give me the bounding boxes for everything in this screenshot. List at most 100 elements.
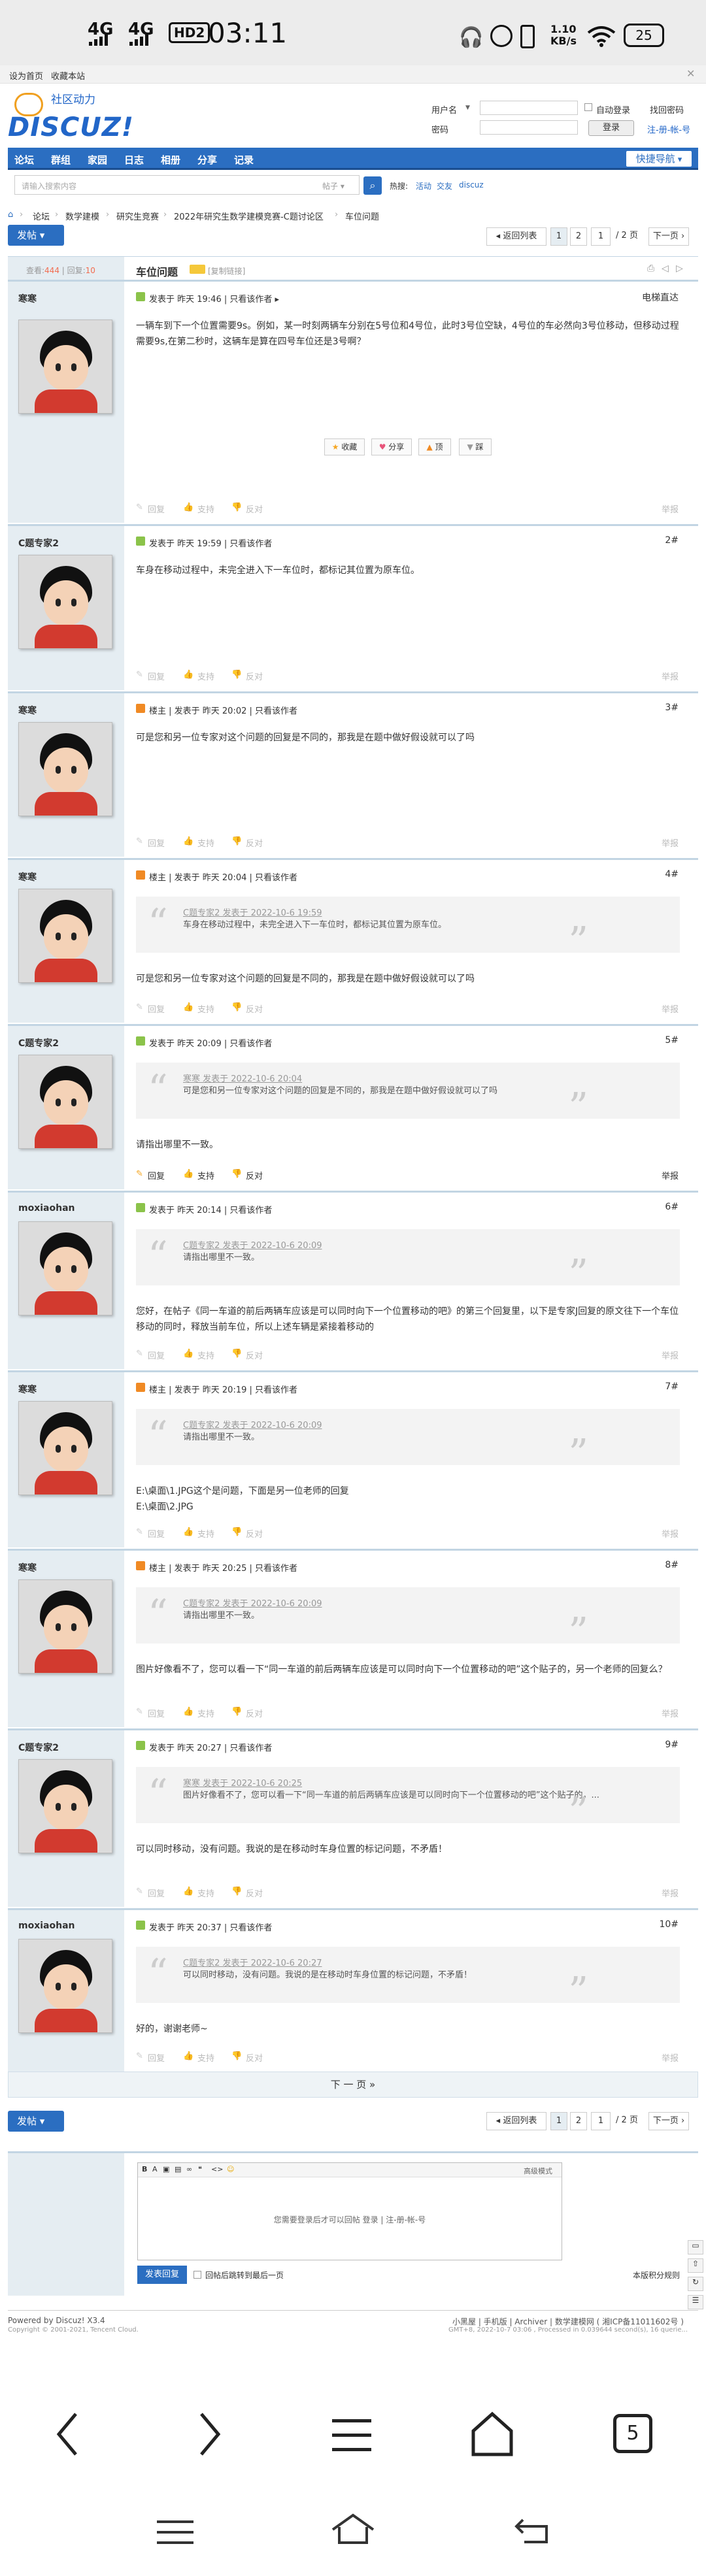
avatar[interactable] — [18, 1055, 112, 1149]
post-meta[interactable]: 发表于 昨天 20:27 | 只看该作者 — [149, 1741, 272, 1753]
refresh-icon[interactable]: ↻ — [688, 2277, 703, 2291]
floor-number[interactable]: 10# — [659, 1919, 679, 1930]
page-input[interactable]: 1 — [591, 227, 611, 246]
back-to-list-button[interactable]: ◂ 返回列表 — [486, 227, 546, 246]
post-meta[interactable]: 发表于 昨天 19:59 | 只看该作者 — [149, 537, 272, 549]
avatar[interactable] — [18, 1401, 112, 1495]
username-input[interactable] — [480, 101, 578, 115]
font-color-icon[interactable]: A — [152, 2165, 158, 2173]
reply-action[interactable]: 回复 — [148, 1349, 165, 1361]
support-action[interactable]: 支持 — [197, 1887, 214, 1899]
page-2-button[interactable]: 2 — [570, 2112, 587, 2130]
attach-icon[interactable]: ▤ — [175, 2165, 181, 2173]
system-home-icon[interactable] — [330, 2513, 376, 2545]
oppose-action[interactable]: 反对 — [246, 1169, 263, 1181]
hot-search-item[interactable]: 交友 — [437, 180, 452, 191]
oppose-action[interactable]: 反对 — [246, 503, 263, 515]
quote-author[interactable]: C题专家2 发表于 2022-10-6 20:09 — [183, 1238, 322, 1251]
recent-apps-icon[interactable] — [157, 2519, 193, 2545]
avatar[interactable] — [18, 320, 112, 414]
submit-reply-button[interactable]: 发表回复 — [137, 2266, 187, 2284]
post-meta[interactable]: 发表于 昨天 19:46 | 只看该作者 ▸ — [149, 292, 279, 305]
back-arrow-icon[interactable] — [55, 2411, 81, 2457]
avatar[interactable] — [18, 1759, 112, 1853]
reply-action[interactable]: 回复 — [148, 836, 165, 849]
support-action[interactable]: 支持 — [197, 1707, 214, 1719]
support-action[interactable]: 支持 — [197, 2051, 214, 2064]
support-action[interactable]: 支持 — [197, 1349, 214, 1361]
link-icon[interactable]: ∞ — [186, 2165, 192, 2173]
post-meta[interactable]: 楼主 | 发表于 昨天 20:04 | 只看该作者 — [149, 870, 297, 883]
post-author[interactable]: 寒寒 — [18, 1383, 37, 1396]
nav-blog[interactable]: 日志 — [124, 153, 144, 167]
avatar[interactable] — [18, 555, 112, 649]
post-author[interactable]: C题专家2 — [18, 1741, 59, 1754]
share-button[interactable]: ♥ 分享 — [371, 438, 412, 455]
load-next-page-button[interactable]: 下 一 页 » — [8, 2072, 698, 2098]
reply-action[interactable]: 回复 — [148, 1887, 165, 1899]
reply-action[interactable]: 回复 — [148, 503, 165, 515]
next-page-button[interactable]: 下一页 › — [648, 227, 689, 246]
support-action[interactable]: 支持 — [197, 1169, 214, 1181]
report-action[interactable]: 举报 — [662, 1169, 679, 1181]
auto-login-checkbox[interactable] — [584, 103, 592, 111]
breadcrumb-math-modeling[interactable]: 数学建模 — [65, 210, 99, 222]
report-action[interactable]: 举报 — [662, 1002, 679, 1015]
down-button[interactable]: ▼ 踩 — [459, 438, 492, 455]
hot-search-item[interactable]: discuz — [459, 180, 484, 190]
reply-action[interactable]: 回复 — [148, 1527, 165, 1540]
reply-action[interactable]: 回复 — [148, 1169, 165, 1181]
back-to-top-icon[interactable]: ⇧ — [688, 2258, 703, 2273]
quote-author[interactable]: 寒寒 发表于 2022-10-6 20:25 — [183, 1776, 302, 1789]
floor-number[interactable]: 7# — [665, 1381, 679, 1392]
breadcrumb-thread[interactable]: 车位问题 — [345, 210, 379, 222]
floor-number[interactable]: 6# — [665, 1202, 679, 1212]
home-icon[interactable] — [471, 2411, 514, 2457]
report-action[interactable]: 举报 — [662, 670, 679, 682]
post-author[interactable]: moxiaohan — [18, 1921, 75, 1931]
image-icon[interactable]: ▣ — [163, 2165, 169, 2173]
report-action[interactable]: 举报 — [662, 1887, 679, 1899]
post-author[interactable]: 寒寒 — [18, 704, 37, 717]
post-meta[interactable]: 楼主 | 发表于 昨天 20:02 | 只看该作者 — [149, 704, 297, 716]
floor-number[interactable]: 4# — [665, 869, 679, 880]
nav-records[interactable]: 记录 — [234, 153, 254, 167]
collect-button[interactable]: ★ 收藏 — [324, 438, 365, 455]
forward-arrow-icon[interactable] — [196, 2411, 222, 2457]
quick-nav-button[interactable]: 快捷导航 ▾ — [626, 151, 692, 167]
report-action[interactable]: 举报 — [662, 503, 679, 515]
quote-icon[interactable]: ❝ — [198, 2165, 202, 2173]
post-meta[interactable]: 发表于 昨天 20:37 | 只看该作者 — [149, 1921, 272, 1933]
floor-number[interactable]: 2# — [665, 535, 679, 546]
floor-number[interactable]: 3# — [665, 702, 679, 713]
avatar[interactable] — [18, 1939, 112, 2033]
password-input[interactable] — [480, 120, 578, 135]
reply-action[interactable]: 回复 — [148, 1707, 165, 1719]
post-meta[interactable]: 楼主 | 发表于 昨天 20:25 | 只看该作者 — [149, 1561, 297, 1574]
avatar[interactable] — [18, 722, 112, 816]
post-meta[interactable]: 发表于 昨天 20:09 | 只看该作者 — [149, 1036, 272, 1049]
quote-author[interactable]: C题专家2 发表于 2022-10-6 20:09 — [183, 1418, 322, 1430]
breadcrumb-board[interactable]: 2022年研究生数学建模竞赛-C题讨论区 — [174, 210, 324, 222]
oppose-action[interactable]: 反对 — [246, 1887, 263, 1899]
support-action[interactable]: 支持 — [197, 1527, 214, 1540]
set-home-link[interactable]: 设为首页 — [9, 69, 43, 82]
back-to-list-button[interactable]: ◂ 返回列表 — [486, 2112, 546, 2130]
nav-home[interactable]: 家园 — [88, 153, 107, 167]
prev-thread-icon[interactable]: ◁ — [662, 263, 669, 274]
avatar[interactable] — [18, 889, 112, 983]
floor-number[interactable]: 8# — [665, 1560, 679, 1570]
chat-icon[interactable]: ▭ — [688, 2240, 703, 2254]
oppose-action[interactable]: 反对 — [246, 1349, 263, 1361]
advanced-mode-link[interactable]: 高级模式 — [524, 2166, 552, 2176]
nav-share[interactable]: 分享 — [197, 153, 217, 167]
floor-number[interactable]: 9# — [665, 1740, 679, 1750]
report-action[interactable]: 举报 — [662, 1349, 679, 1361]
jump-last-checkbox[interactable] — [193, 2271, 201, 2279]
oppose-action[interactable]: 反对 — [246, 670, 263, 682]
register-link[interactable]: 注-册-帐-号 — [647, 123, 690, 135]
print-icon[interactable]: ⎙ — [647, 263, 654, 274]
up-button[interactable]: ▲ 顶 — [418, 438, 451, 455]
home-icon[interactable]: ⌂ — [8, 210, 13, 220]
oppose-action[interactable]: 反对 — [246, 836, 263, 849]
